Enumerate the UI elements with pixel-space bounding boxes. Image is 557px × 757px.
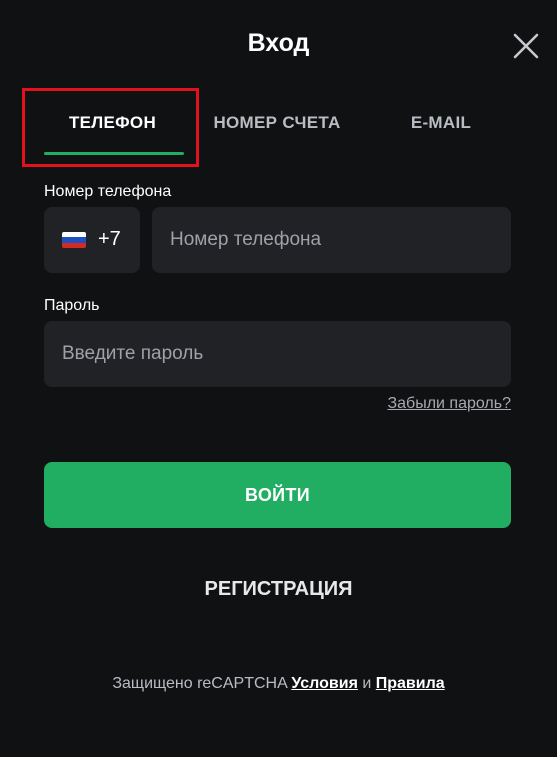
rules-link[interactable]: Правила <box>376 675 445 692</box>
footer-conjunction: и <box>362 675 372 692</box>
modal-title: Вход <box>247 29 310 57</box>
recaptcha-text: Защищено reCAPTCHA <box>112 675 287 692</box>
tab-account-number[interactable]: НОМЕР СЧЕТА <box>203 88 351 164</box>
country-code-selector[interactable]: +7 <box>44 207 140 273</box>
phone-label: Номер телефона <box>44 183 172 200</box>
login-method-tabs: ТЕЛЕФОН НОМЕР СЧЕТА E-MAIL <box>0 88 557 168</box>
close-icon[interactable] <box>511 31 541 61</box>
password-field-wrapper <box>44 321 511 387</box>
register-button[interactable]: РЕГИСТРАЦИЯ <box>0 578 557 601</box>
forgot-password-link[interactable]: Забыли пароль? <box>387 395 511 413</box>
active-tab-indicator <box>44 152 184 155</box>
phone-field-wrapper <box>152 207 511 273</box>
tab-email[interactable]: E-MAIL <box>372 88 510 164</box>
terms-link[interactable]: Условия <box>291 675 358 692</box>
password-input[interactable] <box>44 321 511 387</box>
login-button[interactable]: ВОЙТИ <box>44 462 511 528</box>
recaptcha-notice: Защищено reCAPTCHA Условия и Правила <box>0 675 557 693</box>
russia-flag-icon <box>62 232 86 248</box>
country-code: +7 <box>98 228 121 250</box>
password-label: Пароль <box>44 297 100 314</box>
phone-input[interactable] <box>152 207 511 273</box>
login-modal: Вход ТЕЛЕФОН НОМЕР СЧЕТА E-MAIL Номер те… <box>0 0 557 757</box>
